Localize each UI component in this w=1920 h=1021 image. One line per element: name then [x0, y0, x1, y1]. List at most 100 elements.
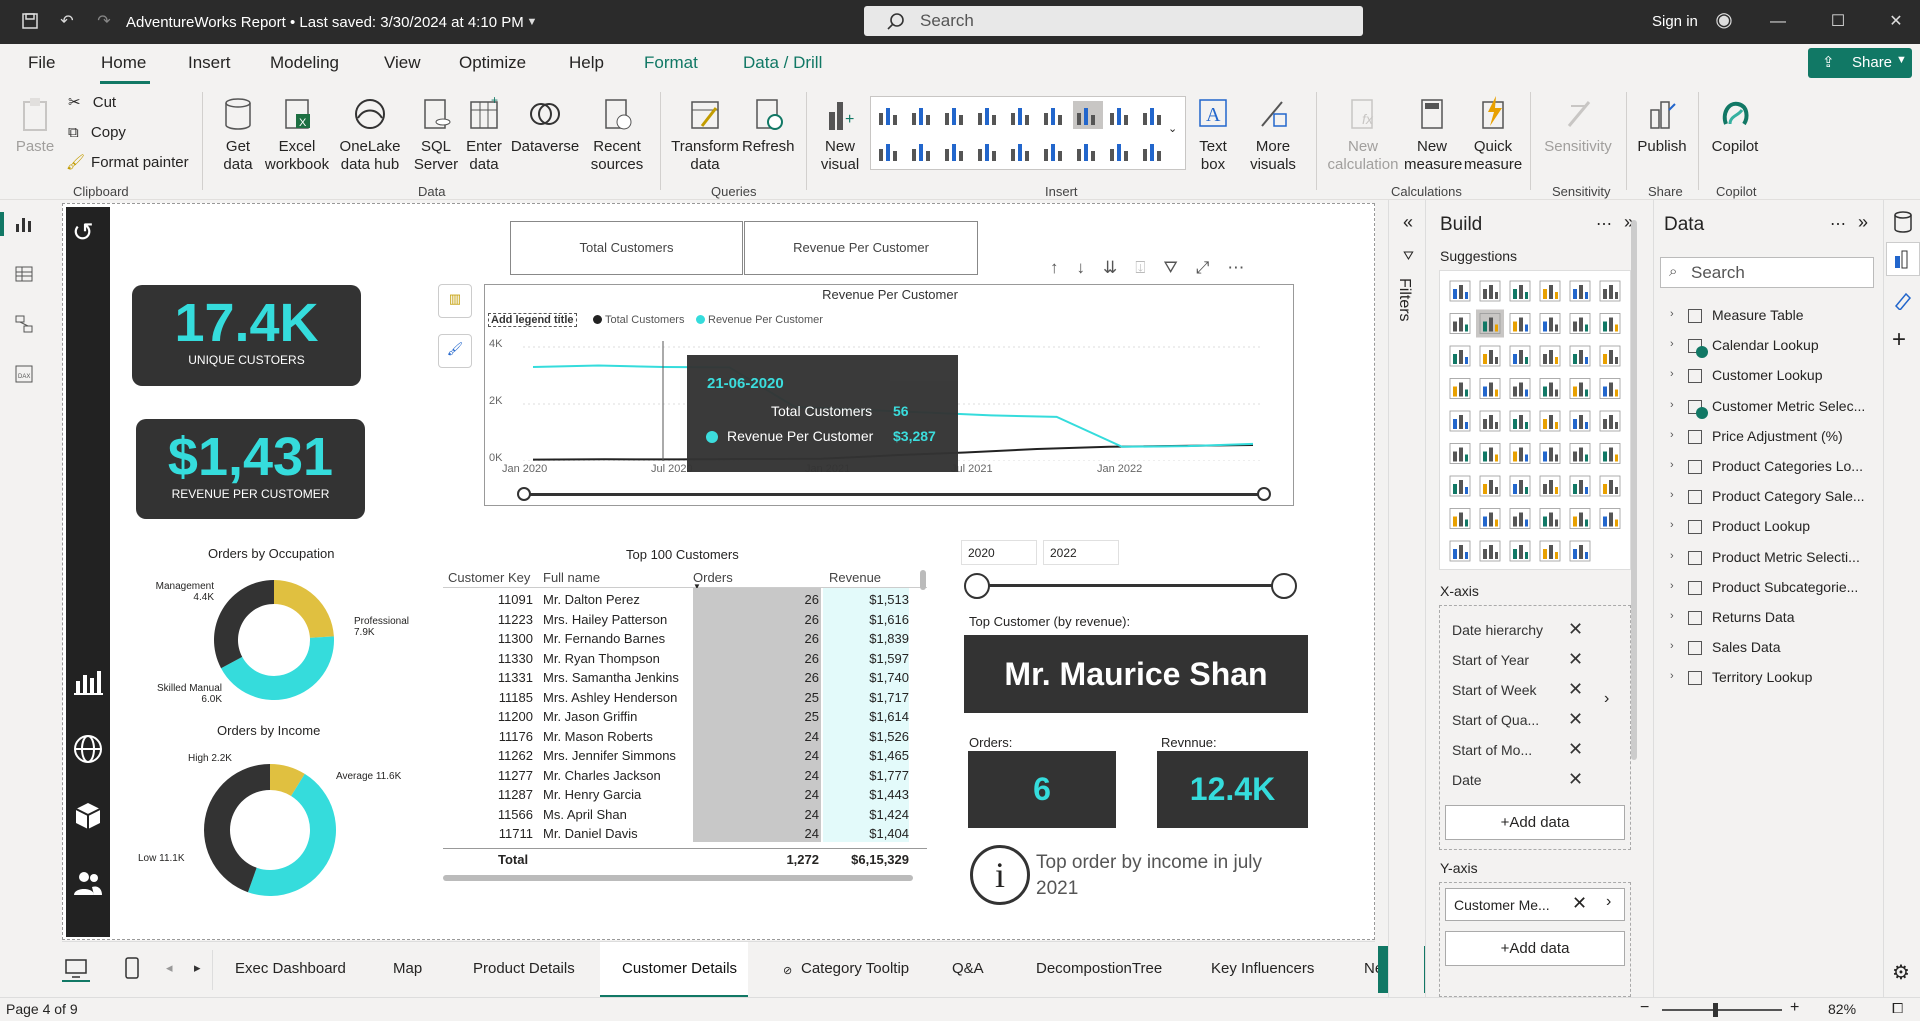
- visualization-type-icon[interactable]: [1479, 508, 1501, 529]
- copy-button[interactable]: ⧉ Copy: [68, 124, 126, 142]
- visualization-type-icon[interactable]: [1599, 410, 1621, 432]
- total-customers-button[interactable]: Total Customers: [510, 221, 743, 275]
- cut-button[interactable]: ✂ Cut: [68, 94, 116, 112]
- expand-chevron-icon[interactable]: ›: [1670, 459, 1674, 471]
- box-nav-icon[interactable]: [72, 799, 104, 834]
- data-table-item[interactable]: › Product Subcategorie...: [1670, 579, 1870, 601]
- table-row[interactable]: 11200 Mr. Jason Griffin 25 $1,614: [443, 709, 927, 728]
- revenue-per-customer-button[interactable]: Revenue Per Customer: [744, 221, 978, 275]
- data-table-item[interactable]: › Product Lookup: [1670, 518, 1870, 540]
- visualization-type-icon[interactable]: [1479, 540, 1501, 562]
- donut-income[interactable]: [204, 764, 336, 896]
- table-row[interactable]: 11287 Mr. Henry Garcia 24 $1,443: [443, 787, 927, 806]
- dataverse-button[interactable]: Dataverse: [508, 96, 582, 156]
- collapse-pane-icon[interactable]: »: [1858, 212, 1868, 233]
- page-tab-category-tooltip[interactable]: Category Tooltip: [801, 960, 909, 977]
- visualization-type-icon[interactable]: [1569, 313, 1591, 334]
- page-tab-exec-dashboard[interactable]: Exec Dashboard: [235, 960, 346, 977]
- chart-nav-icon[interactable]: [72, 665, 104, 700]
- visualization-type-icon[interactable]: [1539, 443, 1561, 464]
- x-axis-field[interactable]: Start of Qua... ✕: [1444, 706, 1616, 733]
- visualization-type-icon[interactable]: [1599, 378, 1621, 399]
- remove-field-icon[interactable]: ✕: [1572, 893, 1587, 914]
- date-from-input[interactable]: 2020: [961, 540, 1037, 565]
- visualization-type-icon[interactable]: [1479, 475, 1501, 497]
- visual-type-icon[interactable]: [1143, 144, 1161, 161]
- visualization-type-icon[interactable]: [1599, 345, 1621, 367]
- visualization-type-icon[interactable]: [1509, 345, 1531, 367]
- visualization-type-icon[interactable]: [1599, 508, 1621, 529]
- remove-field-icon[interactable]: ✕: [1568, 619, 1583, 640]
- format-pane-icon[interactable]: [1892, 288, 1914, 313]
- visual-type-icon[interactable]: [978, 108, 996, 125]
- visual-type-icon[interactable]: [1110, 108, 1128, 125]
- data-table-item[interactable]: › Product Category Sale...: [1670, 488, 1870, 510]
- get-data-button[interactable]: Get data: [210, 96, 266, 174]
- data-table-item[interactable]: › Product Metric Selecti...: [1670, 549, 1870, 571]
- visual-type-icon[interactable]: [879, 144, 897, 161]
- format-visual-button[interactable]: 🖌: [438, 334, 472, 368]
- x-axis-field[interactable]: Start of Week ✕: [1444, 676, 1616, 703]
- donut-slice[interactable]: [274, 580, 334, 638]
- remove-field-icon[interactable]: ✕: [1568, 769, 1583, 790]
- remove-field-icon[interactable]: ✕: [1568, 679, 1583, 700]
- visual-type-icon[interactable]: [879, 108, 897, 125]
- legend-item[interactable]: Revenue Per Customer: [708, 314, 823, 326]
- visual-type-icon[interactable]: [1011, 144, 1029, 161]
- visualization-type-icon[interactable]: [1539, 378, 1561, 399]
- search-input[interactable]: Search: [864, 6, 1363, 36]
- visualization-type-icon[interactable]: [1539, 540, 1561, 562]
- remove-field-icon[interactable]: ✕: [1568, 709, 1583, 730]
- expand-chevron-icon[interactable]: ›: [1670, 368, 1674, 380]
- remove-field-icon[interactable]: ✕: [1568, 739, 1583, 760]
- visualization-type-icon[interactable]: [1449, 345, 1471, 367]
- zoom-slider-start-handle[interactable]: [517, 487, 531, 501]
- transform-data-button[interactable]: Transform data: [668, 96, 742, 174]
- zoom-in-icon[interactable]: +: [1790, 999, 1799, 1017]
- visualization-type-icon[interactable]: [1449, 378, 1471, 399]
- menu-optimize[interactable]: Optimize: [459, 53, 526, 73]
- visualization-type-icon[interactable]: [1599, 475, 1621, 497]
- date-to-input[interactable]: 2022: [1043, 540, 1119, 565]
- visualization-type-icon[interactable]: [1569, 378, 1591, 399]
- globe-nav-icon[interactable]: [72, 733, 104, 768]
- table-row[interactable]: 11091 Mr. Dalton Perez 26 $1,513: [443, 592, 927, 611]
- expand-chevron-icon[interactable]: ›: [1670, 670, 1674, 682]
- desktop-layout-icon[interactable]: [64, 956, 88, 983]
- visualization-type-icon[interactable]: [1449, 410, 1471, 432]
- new-measure-button[interactable]: New measure: [1404, 96, 1462, 174]
- page-tab-product-details[interactable]: Product Details: [473, 960, 575, 977]
- expand-chevron-icon[interactable]: ›: [1670, 610, 1674, 622]
- x-axis-field[interactable]: Date ✕: [1444, 766, 1616, 793]
- chevron-right-icon[interactable]: ›: [1606, 893, 1611, 911]
- visualization-type-icon[interactable]: [1539, 345, 1561, 367]
- maximize-icon[interactable]: ☐: [1828, 12, 1848, 32]
- table-vertical-scrollbar[interactable]: [920, 570, 926, 590]
- onelake-button[interactable]: OneLake data hub: [332, 96, 408, 174]
- visual-type-icon[interactable]: [1143, 108, 1161, 125]
- excel-workbook-button[interactable]: X Excel workbook: [262, 96, 332, 174]
- menu-home[interactable]: Home: [101, 53, 146, 73]
- page-prev-icon[interactable]: ◂: [166, 960, 173, 976]
- table-row[interactable]: 11176 Mr. Mason Roberts 24 $1,526: [443, 729, 927, 748]
- data-table-item[interactable]: › Territory Lookup: [1670, 669, 1870, 691]
- visualization-type-icon[interactable]: [1479, 280, 1501, 302]
- visualization-type-icon[interactable]: [1569, 345, 1591, 367]
- expand-chevron-icon[interactable]: ›: [1670, 550, 1674, 562]
- menu-modeling[interactable]: Modeling: [270, 53, 339, 73]
- document-title[interactable]: AdventureWorks Report • Last saved: 3/30…: [126, 14, 524, 31]
- visualization-type-icon[interactable]: [1449, 475, 1471, 497]
- new-visual-button[interactable]: + New visual: [818, 96, 862, 174]
- recent-sources-button[interactable]: Recent sources: [586, 96, 648, 174]
- visual-type-icon[interactable]: [1110, 144, 1128, 161]
- x-axis-add-data-button[interactable]: +Add data: [1445, 805, 1625, 840]
- menu-view[interactable]: View: [384, 53, 421, 73]
- visualization-type-icon[interactable]: [1569, 540, 1591, 562]
- page-tab-key-influencers[interactable]: Key Influencers: [1211, 960, 1314, 977]
- menu-file[interactable]: File: [28, 53, 55, 73]
- data-search-input[interactable]: ⌕ Search: [1660, 257, 1874, 288]
- expand-filters-icon[interactable]: «: [1403, 212, 1413, 233]
- expand-all-icon[interactable]: ⇊: [1103, 258, 1135, 277]
- mobile-layout-icon[interactable]: [124, 956, 140, 983]
- refresh-button[interactable]: Refresh: [742, 96, 795, 156]
